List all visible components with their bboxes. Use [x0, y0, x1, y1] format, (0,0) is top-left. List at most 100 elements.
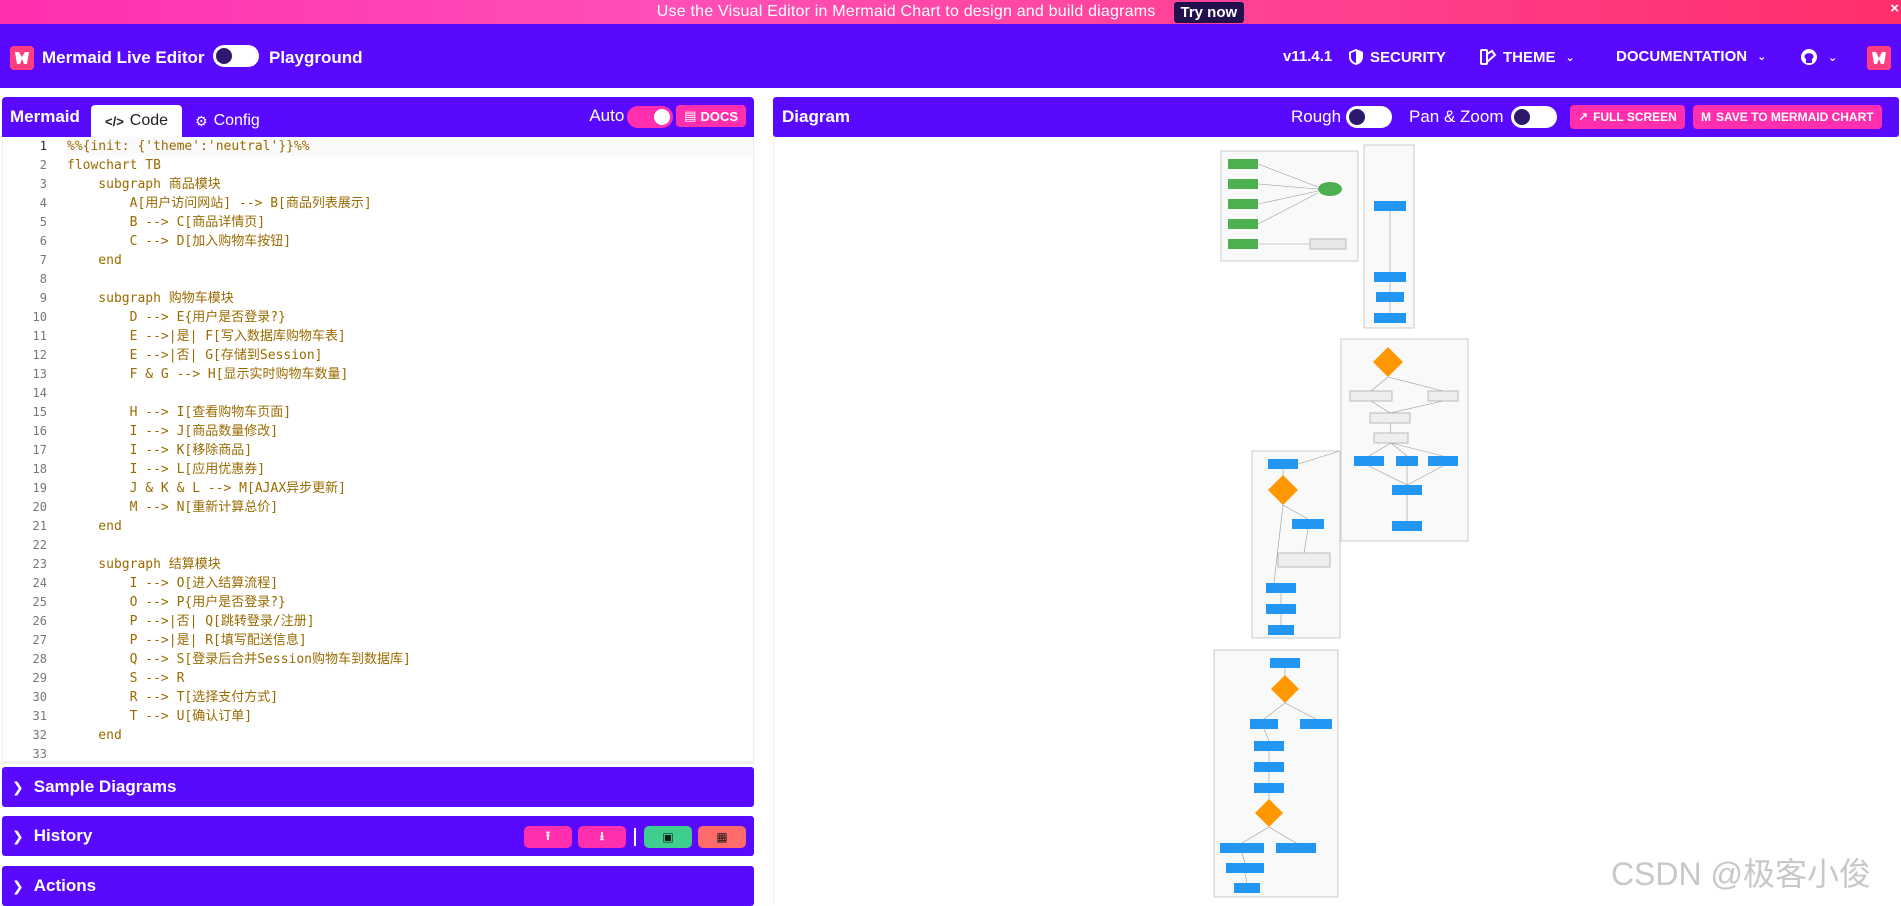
code-line[interactable]: I --> J[商品数量修改]: [67, 422, 753, 441]
auto-sync-toggle[interactable]: [627, 106, 673, 128]
clear-history-button[interactable]: ▦: [698, 826, 746, 848]
code-line[interactable]: [67, 270, 753, 289]
playground-toggle[interactable]: [213, 45, 259, 67]
history-label: History: [33, 826, 93, 845]
sample-diagrams-label: Sample Diagrams: [33, 777, 177, 796]
code-line[interactable]: [67, 745, 753, 761]
line-number: 33: [32, 747, 47, 761]
code-content[interactable]: %%{init: {'theme':'neutral'}}%% flowchart…: [67, 137, 753, 761]
actions-accordion[interactable]: ❯ Actions: [2, 866, 754, 906]
app-name[interactable]: Mermaid Live Editor: [42, 48, 204, 68]
line-number: 14: [32, 386, 47, 400]
code-line[interactable]: M --> N[重新计算总价]: [67, 498, 753, 517]
theme-menu[interactable]: THEME ⌄: [1479, 48, 1575, 66]
mermaid-logo-icon[interactable]: [10, 46, 34, 70]
code-line[interactable]: F & G --> H[显示实时购物车数量]: [67, 365, 753, 384]
flow-node: [1254, 741, 1284, 751]
security-link[interactable]: SECURITY: [1348, 48, 1446, 66]
code-line[interactable]: end: [67, 251, 753, 270]
code-line[interactable]: end: [67, 726, 753, 745]
code-line[interactable]: %%{init: {'theme':'neutral'}}%%: [67, 137, 753, 156]
tab-code[interactable]: </> Code: [91, 105, 183, 137]
code-line[interactable]: J & K & L --> M[AJAX异步更新]: [67, 479, 753, 498]
line-number: 2: [39, 158, 47, 172]
line-number: 26: [32, 614, 47, 628]
line-number: 31: [32, 709, 47, 723]
rough-label: Rough: [1291, 107, 1342, 126]
code-line[interactable]: [67, 384, 753, 403]
code-line[interactable]: O --> P{用户是否登录?}: [67, 593, 753, 612]
upload-button[interactable]: ⭱: [524, 826, 572, 848]
flow-node: [1228, 179, 1258, 189]
code-icon: </>: [105, 113, 124, 129]
banner-text: Use the Visual Editor in Mermaid Chart t…: [656, 3, 1156, 20]
code-line[interactable]: I --> O[进入结算流程]: [67, 574, 753, 593]
code-line[interactable]: Q --> S[登录后合并Session购物车到数据库]: [67, 650, 753, 669]
history-accordion[interactable]: ❯ History ⭱ ⭳ ▣ ▦: [2, 816, 754, 856]
try-now-button[interactable]: Try now: [1173, 1, 1245, 23]
sample-diagrams-accordion[interactable]: ❯ Sample Diagrams: [2, 767, 754, 807]
code-line[interactable]: E -->|否| G[存储到Session]: [67, 346, 753, 365]
save-history-button[interactable]: ▣: [644, 826, 692, 848]
code-line[interactable]: A[用户访问网站] --> B[商品列表展示]: [67, 194, 753, 213]
docs-button[interactable]: ▤ DOCS: [676, 105, 746, 127]
line-number: 4: [39, 196, 47, 210]
flow-node: [1374, 201, 1406, 211]
full-screen-button[interactable]: ↗ FULL SCREEN: [1570, 105, 1685, 129]
code-line[interactable]: subgraph 结算模块: [67, 555, 753, 574]
download-button[interactable]: ⭳: [578, 826, 626, 848]
line-number: 23: [32, 557, 47, 571]
line-number: 5: [39, 215, 47, 229]
code-line[interactable]: C --> D[加入购物车按钮]: [67, 232, 753, 251]
code-line[interactable]: I --> K[移除商品]: [67, 441, 753, 460]
github-menu[interactable]: ⌄: [1800, 48, 1837, 66]
save-to-mermaid-chart-button[interactable]: M SAVE TO MERMAID CHART: [1693, 105, 1882, 129]
line-number: 20: [32, 500, 47, 514]
code-line[interactable]: flowchart TB: [67, 156, 753, 175]
flow-node: [1268, 625, 1294, 635]
docs-label: DOCS: [700, 108, 738, 124]
mermaid-chart-logo-icon[interactable]: [1867, 46, 1891, 70]
editor-toolbar: Mermaid </> Code ⚙ Config Auto sync ▤ DO…: [2, 97, 754, 137]
code-line[interactable]: B --> C[商品详情页]: [67, 213, 753, 232]
code-line[interactable]: P -->|否| Q[跳转登录/注册]: [67, 612, 753, 631]
code-line[interactable]: I --> L[应用优惠券]: [67, 460, 753, 479]
line-number: 17: [32, 443, 47, 457]
chevron-down-icon: ⌄: [1565, 51, 1575, 64]
code-line[interactable]: T --> U[确认订单]: [67, 707, 753, 726]
flow-node: [1396, 456, 1418, 466]
banner-close-icon[interactable]: ×: [1890, 0, 1899, 17]
editor-scrollbar[interactable]: [2, 761, 754, 764]
full-screen-label: FULL SCREEN: [1593, 110, 1677, 124]
code-line[interactable]: P -->|是| R[填写配送信息]: [67, 631, 753, 650]
mermaid-chart-icon: M: [1701, 110, 1711, 124]
code-line[interactable]: subgraph 购物车模块: [67, 289, 753, 308]
flow-node: [1254, 762, 1284, 772]
code-line[interactable]: E -->|是| F[写入数据库购物车表]: [67, 327, 753, 346]
line-number: 27: [32, 633, 47, 647]
flow-node: [1392, 485, 1422, 495]
code-editor[interactable]: 1 2 3 4 5 6 7 8 9 10 11 12 13 14 15 16 17 18 19 20 21 22 23 24 2…: [2, 137, 754, 761]
code-line[interactable]: [67, 536, 753, 555]
code-line[interactable]: D --> E{用户是否登录?}: [67, 308, 753, 327]
code-line[interactable]: H --> I[查看购物车页面]: [67, 403, 753, 422]
line-number: 12: [32, 348, 47, 362]
line-number: 29: [32, 671, 47, 685]
code-line[interactable]: end: [67, 517, 753, 536]
flow-node: [1266, 604, 1296, 614]
rough-toggle[interactable]: [1346, 106, 1392, 128]
code-line[interactable]: S --> R: [67, 669, 753, 688]
tab-config[interactable]: ⚙ Config: [181, 105, 274, 137]
code-line[interactable]: R --> T[选择支付方式]: [67, 688, 753, 707]
save-icon: ▣: [662, 830, 674, 844]
flow-node: [1369, 412, 1411, 424]
documentation-label: DOCUMENTATION: [1616, 48, 1748, 65]
flow-node: [1318, 182, 1342, 196]
flow-node: [1266, 583, 1296, 593]
diagram-canvas[interactable]: CSDN @极客小俊: [773, 137, 1899, 905]
tab-code-label: Code: [129, 112, 169, 129]
documentation-menu[interactable]: DOCUMENTATION ⌄: [1616, 48, 1766, 65]
pan-zoom-toggle[interactable]: [1511, 106, 1557, 128]
history-actions: ⭱ ⭳ ▣ ▦: [524, 826, 746, 848]
code-line[interactable]: subgraph 商品模块: [67, 175, 753, 194]
